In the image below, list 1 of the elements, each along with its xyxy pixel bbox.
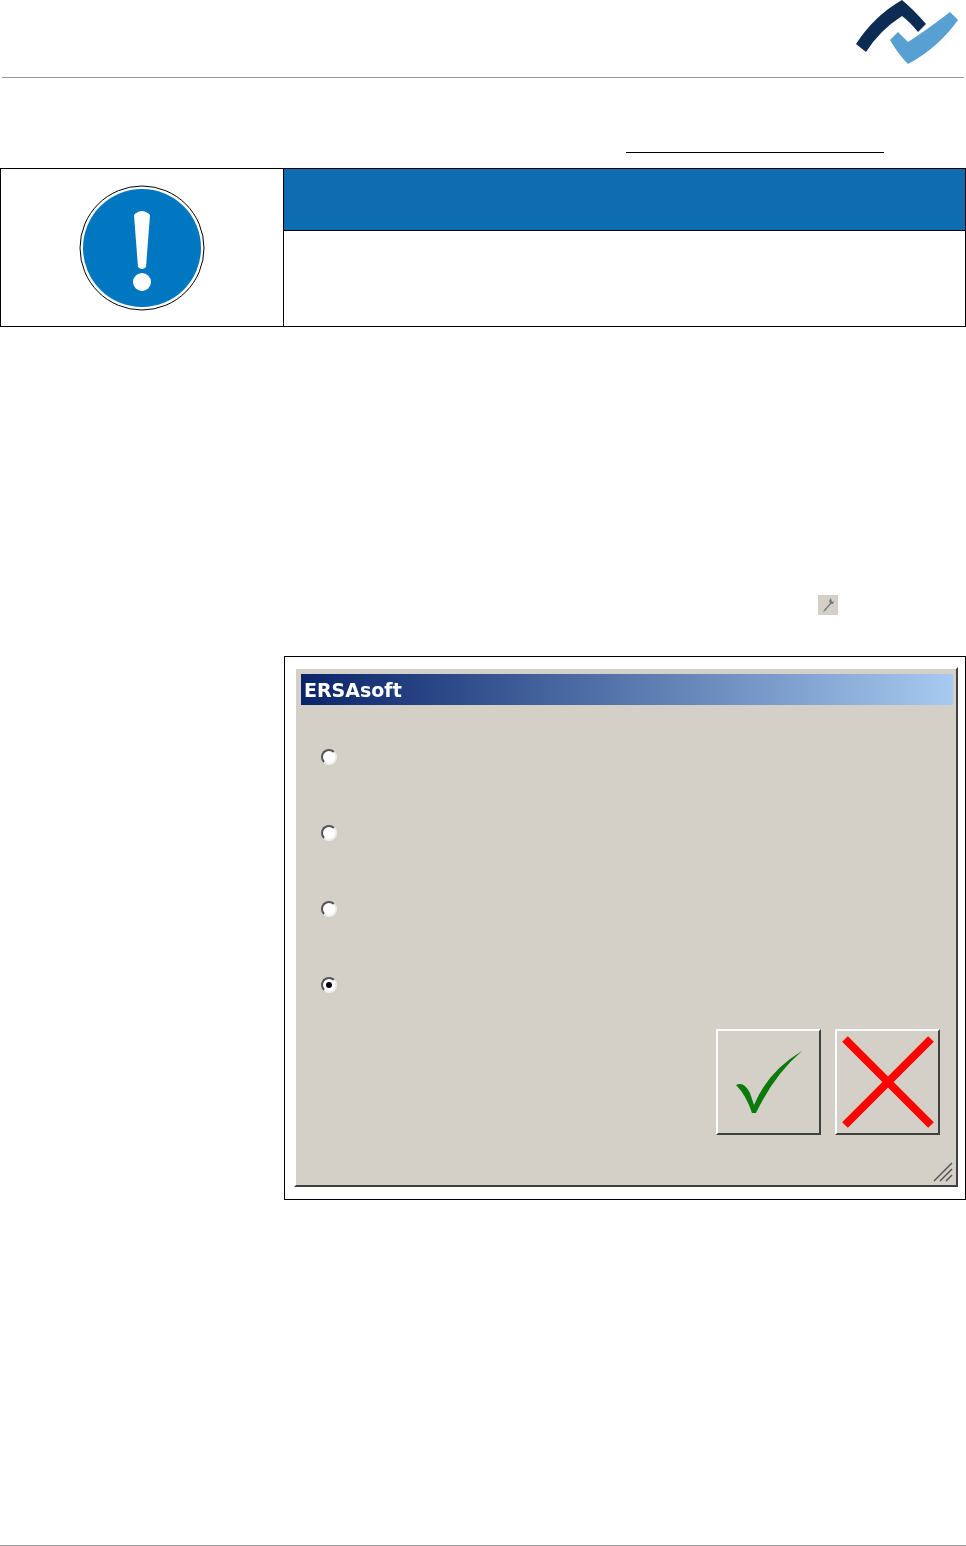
window-title: ERSAsoft xyxy=(301,674,953,705)
